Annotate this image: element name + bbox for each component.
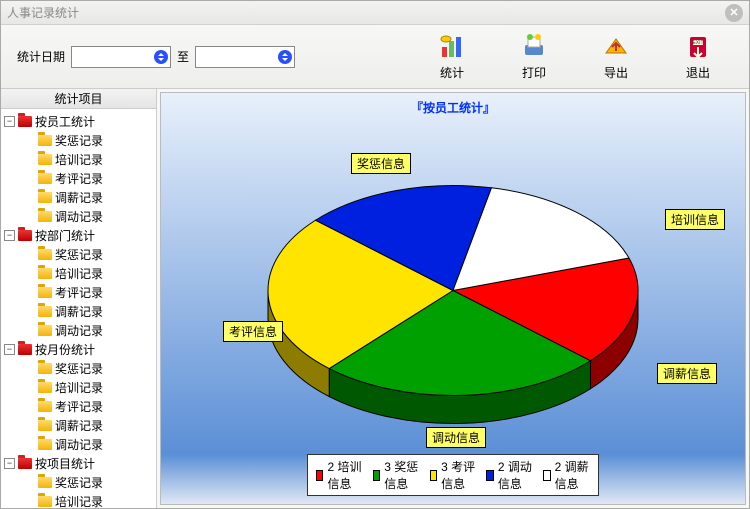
stats-icon: [437, 32, 467, 62]
print-button[interactable]: 打印: [513, 32, 555, 81]
slice-label-salary: 调薪信息: [657, 363, 717, 384]
tree-item[interactable]: 调动记录: [4, 435, 153, 454]
tree-group[interactable]: −按员工统计: [4, 112, 153, 131]
toolbar: 统计日期 至 统计: [1, 25, 749, 89]
folder-open-icon: [18, 116, 32, 127]
tree-item[interactable]: 奖惩记录: [4, 131, 153, 150]
tree-item[interactable]: 培训记录: [4, 492, 153, 508]
folder-icon: [38, 382, 52, 393]
legend-item: 3 考评信息: [430, 458, 477, 492]
tree-group[interactable]: −按月份统计: [4, 340, 153, 359]
folder-icon: [38, 268, 52, 279]
sidebar: 统计项目 −按员工统计奖惩记录培训记录考评记录调薪记录调动记录−按部门统计奖惩记…: [1, 89, 157, 508]
folder-icon: [38, 401, 52, 412]
print-icon: [519, 32, 549, 62]
folder-icon: [38, 439, 52, 450]
legend-item: 2 培训信息: [316, 458, 363, 492]
folder-icon: [38, 325, 52, 336]
tree-item[interactable]: 培训记录: [4, 150, 153, 169]
tree-group[interactable]: −按部门统计: [4, 226, 153, 245]
folder-icon: [38, 249, 52, 260]
svg-text:EXIT: EXIT: [692, 40, 703, 46]
tree[interactable]: −按员工统计奖惩记录培训记录考评记录调薪记录调动记录−按部门统计奖惩记录培训记录…: [1, 109, 156, 508]
tree-item[interactable]: 奖惩记录: [4, 359, 153, 378]
folder-icon: [38, 420, 52, 431]
folder-icon: [38, 496, 52, 507]
date-label: 统计日期: [17, 48, 65, 65]
export-button[interactable]: 导出: [595, 32, 637, 81]
window-title: 人事记录统计: [7, 4, 79, 21]
titlebar: 人事记录统计 ✕: [1, 1, 749, 25]
collapse-icon[interactable]: −: [4, 116, 15, 127]
spinner-icon[interactable]: [154, 50, 168, 64]
tree-item[interactable]: 考评记录: [4, 169, 153, 188]
slice-label-review: 考评信息: [223, 321, 283, 342]
slice-label-transfer: 调动信息: [426, 427, 486, 448]
tree-item[interactable]: 调动记录: [4, 321, 153, 340]
folder-icon: [38, 154, 52, 165]
legend-item: 2 调薪信息: [543, 458, 590, 492]
collapse-icon[interactable]: −: [4, 230, 15, 241]
folder-icon: [38, 211, 52, 222]
tree-item[interactable]: 培训记录: [4, 378, 153, 397]
tree-group[interactable]: −按项目统计: [4, 454, 153, 473]
chart-title: 『按员工统计』: [161, 99, 745, 116]
exit-icon: EXIT: [683, 32, 713, 62]
folder-icon: [38, 135, 52, 146]
folder-icon: [38, 363, 52, 374]
date-to-input[interactable]: [195, 46, 295, 68]
stats-button[interactable]: 统计: [431, 32, 473, 81]
collapse-icon[interactable]: −: [4, 344, 15, 355]
folder-icon: [38, 306, 52, 317]
slice-label-bonus: 奖惩信息: [351, 153, 411, 174]
slice-label-training: 培训信息: [665, 209, 725, 230]
sidebar-header: 统计项目: [1, 89, 156, 109]
tree-item[interactable]: 奖惩记录: [4, 473, 153, 492]
pie-chart: [243, 160, 663, 453]
folder-icon: [38, 287, 52, 298]
folder-icon: [38, 173, 52, 184]
folder-icon: [38, 192, 52, 203]
date-from-input[interactable]: [71, 46, 171, 68]
exit-button[interactable]: EXIT 退出: [677, 32, 719, 81]
tree-item[interactable]: 调薪记录: [4, 416, 153, 435]
legend: 2 培训信息 3 奖惩信息 3 考评信息 2 调动信息 2 调薪信息: [307, 454, 599, 496]
tree-item[interactable]: 考评记录: [4, 397, 153, 416]
folder-open-icon: [18, 230, 32, 241]
tree-item[interactable]: 奖惩记录: [4, 245, 153, 264]
folder-open-icon: [18, 458, 32, 469]
date-to-label: 至: [177, 48, 189, 65]
tree-item[interactable]: 调动记录: [4, 207, 153, 226]
chart-area: 『按员工统计』 奖惩信息 培训信息 调薪信息 调动信息 考评信息 2 培训信息 3…: [160, 92, 746, 505]
close-icon[interactable]: ✕: [725, 4, 743, 22]
legend-item: 2 调动信息: [486, 458, 533, 492]
folder-icon: [38, 477, 52, 488]
export-icon: [601, 32, 631, 62]
collapse-icon[interactable]: −: [4, 458, 15, 469]
tree-item[interactable]: 调薪记录: [4, 188, 153, 207]
legend-item: 3 奖惩信息: [373, 458, 420, 492]
folder-open-icon: [18, 344, 32, 355]
tree-item[interactable]: 考评记录: [4, 283, 153, 302]
spinner-icon[interactable]: [278, 50, 292, 64]
tree-item[interactable]: 培训记录: [4, 264, 153, 283]
tree-item[interactable]: 调薪记录: [4, 302, 153, 321]
